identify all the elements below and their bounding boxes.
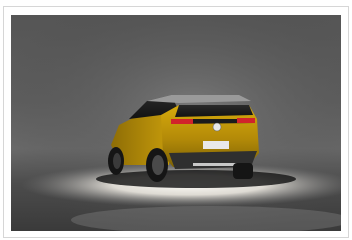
rear-window (175, 105, 253, 117)
license-plate (203, 141, 229, 149)
front-rim (113, 153, 121, 169)
car-shadow (96, 170, 296, 188)
rear-wheel-right (233, 163, 253, 179)
brand-logo (212, 122, 222, 132)
car-photo (11, 15, 341, 231)
bumper-light (193, 163, 239, 166)
car-illustration (11, 15, 341, 231)
tail-light-left (171, 119, 193, 124)
rear-rim-left (152, 155, 164, 175)
image-frame (3, 6, 349, 238)
tail-light-right (237, 118, 255, 123)
